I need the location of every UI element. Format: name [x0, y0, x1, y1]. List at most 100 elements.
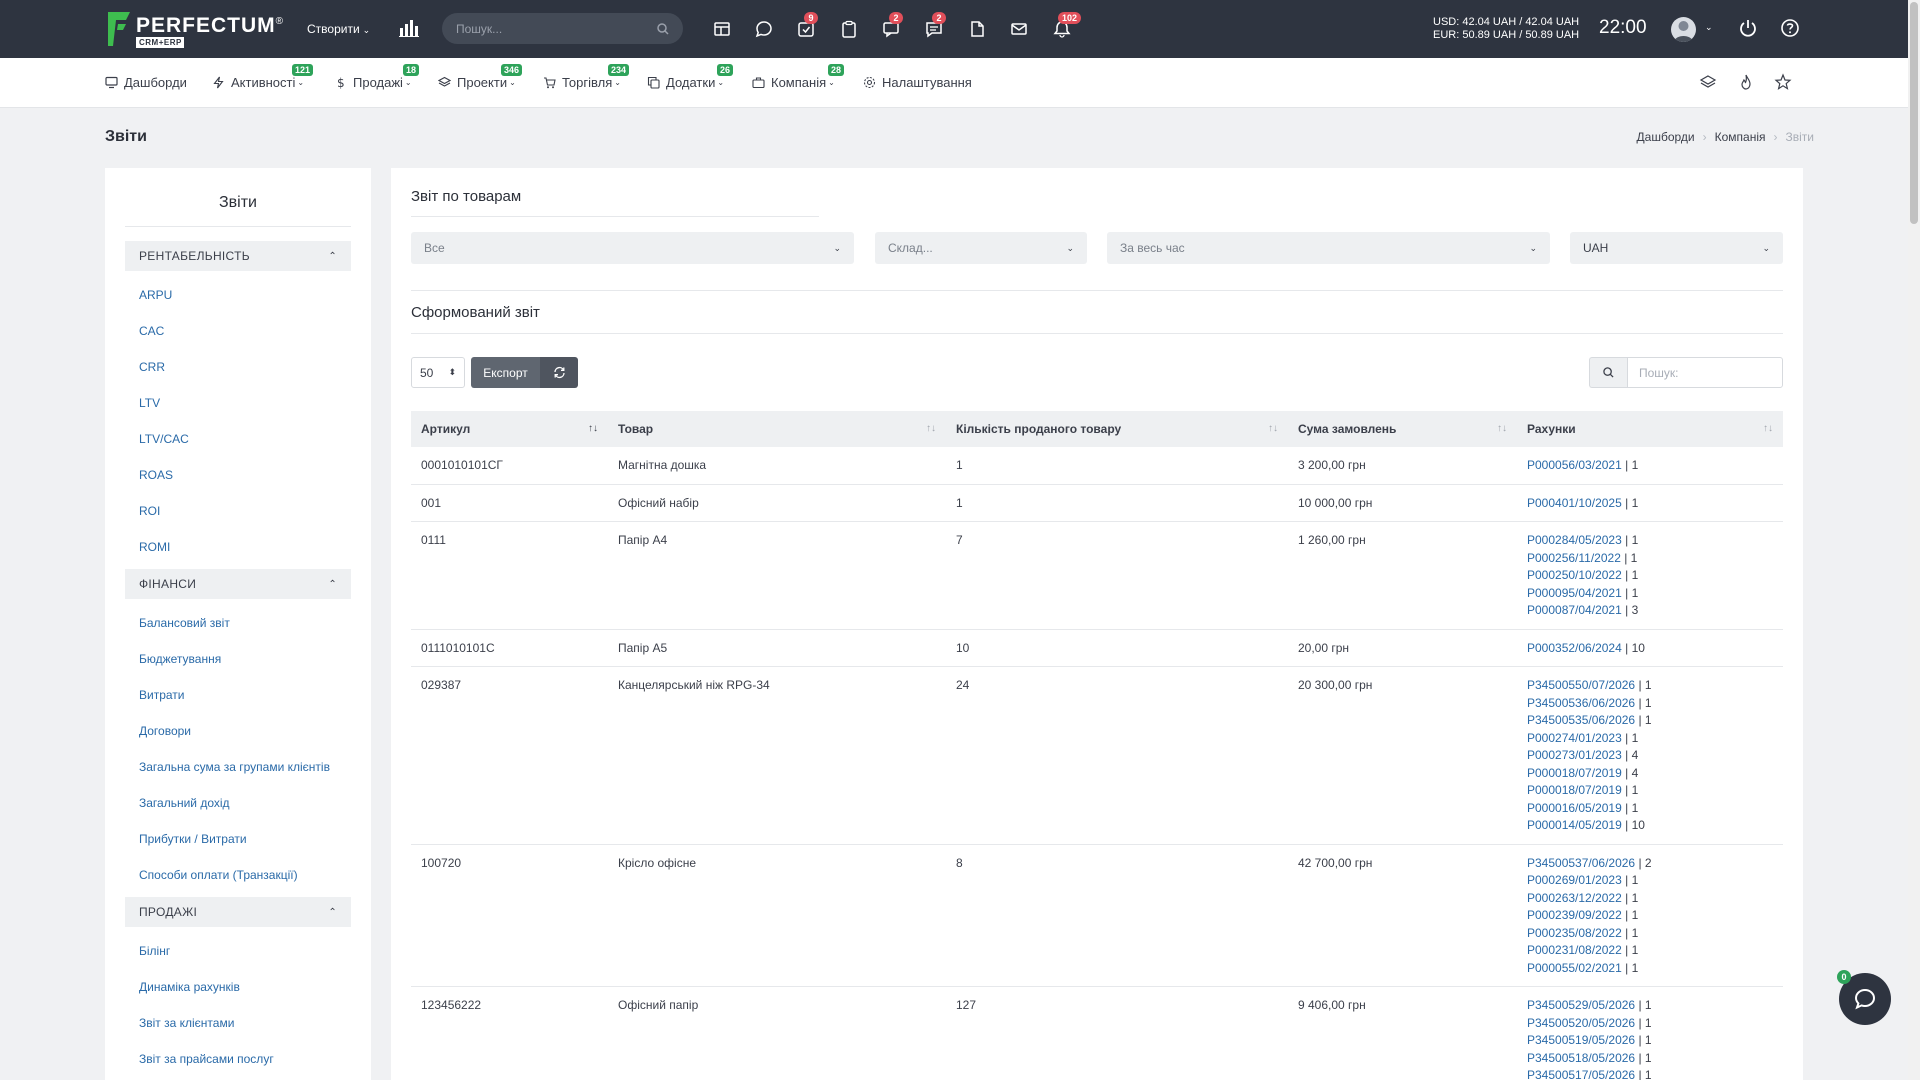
sidebar-item[interactable]: Звіт за клієнтами [125, 1005, 351, 1041]
refresh-button[interactable] [540, 357, 578, 388]
avatar[interactable] [1671, 17, 1696, 42]
file-icon[interactable] [966, 18, 988, 40]
column-header-qty[interactable]: Кількість проданого товару ↑↓ [946, 411, 1288, 447]
invoice-link[interactable]: P34500517/05/2026 [1527, 1068, 1635, 1080]
invoice-link[interactable]: P000239/09/2022 [1527, 908, 1622, 922]
invoice-link[interactable]: P34500520/05/2026 [1527, 1016, 1635, 1030]
sidebar-item[interactable]: Прибутки / Витрати [125, 821, 351, 857]
invoice-link[interactable]: P34500536/06/2026 [1527, 696, 1635, 710]
invoice-link[interactable]: P000250/10/2022 [1527, 568, 1622, 582]
create-dropdown[interactable]: Створити ⌄ [307, 22, 370, 36]
search-icon[interactable] [657, 22, 669, 35]
invoice-link[interactable]: P34500550/07/2026 [1527, 678, 1635, 692]
fire-icon[interactable] [1737, 73, 1755, 91]
sidebar-item[interactable]: CAC [125, 313, 351, 349]
chat-widget-badge: 0 [1837, 970, 1851, 984]
invoice-link[interactable]: P000269/01/2023 [1527, 873, 1622, 887]
invoice-link[interactable]: P000274/01/2023 [1527, 731, 1622, 745]
invoice-link[interactable]: P000018/07/2019 [1527, 766, 1622, 780]
column-header-invoices[interactable]: Рахунки ↑↓ [1517, 411, 1783, 447]
nav-item-projects[interactable]: Проекти ⌄ 346 [438, 64, 523, 90]
bell-icon[interactable]: 102 [1051, 12, 1082, 40]
invoice-link[interactable]: P34500518/05/2026 [1527, 1051, 1635, 1065]
chevron-down-icon[interactable]: ⌄ [1705, 22, 1713, 33]
sidebar-item[interactable]: Білінг [125, 933, 351, 969]
sidebar-item[interactable]: Загальна сума за групами клієнтів [125, 749, 351, 785]
mail-icon[interactable] [1008, 18, 1030, 40]
logo[interactable]: PERFECTUM® CRM+ERP [106, 10, 284, 48]
column-header-product[interactable]: Товар ↑↓ [608, 411, 946, 447]
invoice-link[interactable]: P000014/05/2019 [1527, 818, 1622, 832]
sidebar-group-finance[interactable]: ФІНАНСИ ⌃ [125, 569, 351, 599]
sidebar-item[interactable]: ROAS [125, 457, 351, 493]
chat-widget-button[interactable]: 0 [1837, 970, 1891, 1025]
messages-icon[interactable]: 2 [880, 12, 903, 40]
breadcrumb-company[interactable]: Компанія [1715, 130, 1766, 144]
invoice-link[interactable]: P000231/08/2022 [1527, 943, 1622, 957]
sidebar-item[interactable]: Загальний дохід [125, 785, 351, 821]
sidebar-item[interactable]: LTV/CAC [125, 421, 351, 457]
nav-item-trade[interactable]: Торгівля ⌄ 234 [543, 64, 630, 90]
invoice-link[interactable]: P34500529/05/2026 [1527, 998, 1635, 1012]
sidebar-item[interactable]: ARPU [125, 277, 351, 313]
nav-item-addons[interactable]: Додатки ⌄ 26 [647, 64, 734, 90]
invoice-link[interactable]: P000056/03/2021 [1527, 458, 1622, 472]
sidebar-group-sales[interactable]: ПРОДАЖІ ⌃ [125, 897, 351, 927]
column-header-sku[interactable]: Артикул ↑↓ [411, 411, 608, 447]
category-select[interactable]: Все ⌄ [411, 232, 854, 264]
invoice-link[interactable]: P34500537/06/2026 [1527, 856, 1635, 870]
export-button[interactable]: Експорт [471, 357, 540, 388]
column-header-sum[interactable]: Сума замовлень ↑↓ [1288, 411, 1517, 447]
invoice-link[interactable]: P000055/02/2021 [1527, 961, 1622, 975]
sidebar-item[interactable]: LTV [125, 385, 351, 421]
table-icon[interactable] [711, 18, 733, 40]
nav-item-company[interactable]: Компанія ⌄ 28 [752, 64, 845, 90]
sidebar-item[interactable]: Балансовий звіт [125, 605, 351, 641]
global-search-input[interactable] [456, 21, 646, 36]
invoice-link[interactable]: P000273/01/2023 [1527, 748, 1622, 762]
page-scrollbar[interactable] [1908, 0, 1920, 1080]
invoice-link[interactable]: P000095/04/2021 [1527, 586, 1622, 600]
nav-item-activities[interactable]: Активності ⌄ 121 [212, 64, 314, 90]
sidebar-item[interactable]: Договори [125, 713, 351, 749]
invoice-link[interactable]: P000087/04/2021 [1527, 603, 1622, 617]
stats-icon[interactable] [399, 19, 419, 37]
chat-icon[interactable]: 2 [923, 12, 946, 40]
help-icon[interactable] [1780, 18, 1800, 38]
nav-item-settings[interactable]: Налаштування [863, 75, 972, 90]
period-select[interactable]: За весь час ⌄ [1107, 232, 1550, 264]
invoice-link[interactable]: P000235/08/2022 [1527, 926, 1622, 940]
currency-select[interactable]: UAH ⌄ [1570, 232, 1783, 264]
sidebar-item[interactable]: CRR [125, 349, 351, 385]
layers-icon[interactable] [1699, 73, 1717, 91]
invoice-link[interactable]: P34500519/05/2026 [1527, 1033, 1635, 1047]
clipboard-icon[interactable] [838, 18, 860, 40]
nav-item-dashboards[interactable]: Дашборди [105, 75, 187, 90]
invoice-link[interactable]: P000352/06/2024 [1527, 641, 1622, 655]
warehouse-select[interactable]: Склад... ⌄ [875, 232, 1087, 264]
invoice-link[interactable]: P000284/05/2023 [1527, 533, 1622, 547]
invoice-link[interactable]: P000256/11/2022 [1527, 551, 1621, 565]
tasks-icon[interactable]: 9 [795, 12, 818, 40]
comment-icon[interactable] [753, 18, 775, 40]
power-icon[interactable] [1738, 18, 1758, 38]
nav-item-sales[interactable]: $ Продажі ⌄ 18 [334, 64, 420, 90]
sidebar-item[interactable]: ROI [125, 493, 351, 529]
table-search-input[interactable] [1627, 357, 1783, 388]
sidebar-group-profitability[interactable]: РЕНТАБЕЛЬНІСТЬ ⌃ [125, 241, 351, 271]
sidebar-item[interactable]: Витрати [125, 677, 351, 713]
invoice-link[interactable]: P000018/07/2019 [1527, 783, 1622, 797]
sidebar-item[interactable]: Способи оплати (Транзакції) [125, 857, 351, 893]
invoice-link[interactable]: P000401/10/2025 [1527, 496, 1622, 510]
page-size-select[interactable]: 50 ⬍ [411, 357, 465, 388]
sidebar-item[interactable]: Бюджетування [125, 641, 351, 677]
sidebar-item[interactable]: Звіт за прайсами послуг [125, 1041, 351, 1077]
sidebar-item[interactable]: ROMI [125, 529, 351, 565]
star-icon[interactable] [1774, 73, 1792, 91]
invoice-link[interactable]: P000016/05/2019 [1527, 801, 1622, 815]
invoice-link[interactable]: P000263/12/2022 [1527, 891, 1622, 905]
sidebar-item[interactable]: Динаміка рахунків [125, 969, 351, 1005]
scrollbar-thumb[interactable] [1910, 2, 1918, 224]
invoice-link[interactable]: P34500535/06/2026 [1527, 713, 1635, 727]
breadcrumb-dashboards[interactable]: Дашборди [1637, 130, 1695, 144]
